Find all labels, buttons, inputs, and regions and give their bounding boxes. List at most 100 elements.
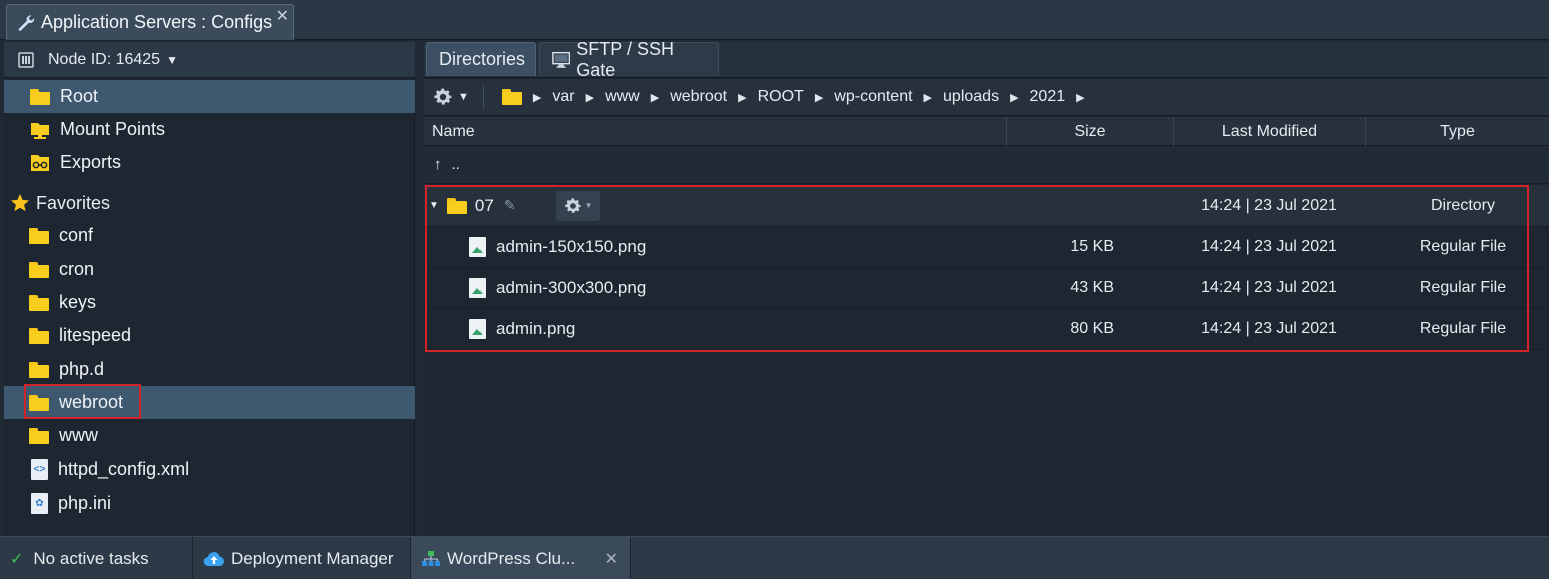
breadcrumb-arrow-icon: ▶ bbox=[738, 91, 747, 104]
tab-label: Deployment Manager bbox=[231, 548, 394, 568]
settings-file-icon: ✿ bbox=[31, 493, 48, 514]
star-icon bbox=[11, 194, 29, 212]
window-tab-bar: Application Servers : Configs ✕ bbox=[0, 0, 1549, 40]
favorite-item-www[interactable]: www bbox=[4, 419, 415, 452]
folder-icon bbox=[30, 88, 50, 105]
favorite-item-httpd-config[interactable]: <> httpd_config.xml bbox=[4, 453, 415, 486]
favorite-item-keys[interactable]: keys bbox=[4, 286, 415, 319]
tree-item-root[interactable]: Root bbox=[4, 80, 415, 113]
tree-item-label: keys bbox=[59, 292, 97, 312]
cloud-upload-icon bbox=[203, 551, 224, 566]
favorite-item-litespeed[interactable]: litespeed bbox=[4, 319, 415, 352]
breadcrumb-item[interactable]: 2021 bbox=[1030, 88, 1066, 106]
files-highlight-box bbox=[425, 185, 1529, 352]
column-header-row: Name Size Last Modified Type bbox=[424, 117, 1549, 146]
caret-down-icon: ▼ bbox=[458, 91, 469, 103]
tab-deployment-manager[interactable]: Deployment Manager bbox=[193, 537, 411, 579]
monitor-icon bbox=[552, 51, 571, 68]
breadcrumb: ▶ var ▶ www ▶ webroot ▶ ROOT ▶ wp-conten… bbox=[501, 88, 1096, 106]
task-status[interactable]: ✓ No active tasks bbox=[0, 537, 193, 579]
column-header-last-modified[interactable]: Last Modified bbox=[1173, 117, 1365, 146]
node-selector[interactable]: Node ID: 16425 ▼ bbox=[4, 42, 415, 78]
check-icon: ✓ bbox=[10, 550, 24, 568]
folder-icon bbox=[29, 361, 49, 378]
breadcrumb-item[interactable]: ROOT bbox=[758, 88, 804, 106]
breadcrumb-arrow-icon[interactable]: ▶ bbox=[1076, 91, 1084, 104]
breadcrumb-arrow-icon: ▶ bbox=[650, 91, 660, 104]
breadcrumb-arrow-icon: ▶ bbox=[585, 91, 595, 104]
tree-item-label: Exports bbox=[60, 152, 122, 172]
window-tab-configs[interactable]: Application Servers : Configs ✕ bbox=[6, 4, 294, 40]
tree-item-label: Mount Points bbox=[60, 119, 166, 139]
panel-tab-bar: Directories SFTP / SSH Gate bbox=[424, 39, 1549, 80]
folder-icon bbox=[29, 227, 49, 244]
column-header-label: Size bbox=[1074, 122, 1106, 140]
folder-icon bbox=[29, 261, 49, 278]
favorite-item-cron[interactable]: cron bbox=[4, 253, 415, 286]
column-header-name[interactable]: Name bbox=[424, 117, 1006, 146]
tab-label: WordPress Clu... bbox=[447, 548, 576, 568]
tree-item-label: php.d bbox=[59, 359, 105, 379]
favorites-header[interactable]: Favorites bbox=[10, 192, 110, 214]
caret-down-icon: ▼ bbox=[166, 52, 178, 67]
tree-item-label: Root bbox=[60, 86, 99, 106]
favorite-item-conf[interactable]: conf bbox=[4, 219, 415, 252]
window-tab-title: Application Servers : Configs bbox=[41, 12, 273, 32]
breadcrumb-arrow-icon: ▶ bbox=[532, 91, 542, 104]
cluster-icon bbox=[422, 550, 440, 566]
tree-item-label: conf bbox=[59, 225, 94, 245]
column-header-label: Type bbox=[1440, 122, 1475, 140]
breadcrumb-item[interactable]: wp-content bbox=[834, 88, 912, 106]
tab-sftp-ssh-gate[interactable]: SFTP / SSH Gate bbox=[539, 39, 719, 80]
close-icon[interactable]: ✕ bbox=[276, 6, 289, 26]
tab-label: Directories bbox=[439, 49, 526, 69]
close-icon[interactable]: ✕ bbox=[605, 549, 618, 569]
toolbar-divider bbox=[482, 85, 484, 109]
column-header-type[interactable]: Type bbox=[1365, 117, 1549, 146]
left-tree-panel: Node ID: 16425 ▼ Root Mount Points Expor… bbox=[4, 42, 415, 536]
tree-item-label: cron bbox=[59, 259, 95, 279]
column-header-size[interactable]: Size bbox=[1006, 117, 1173, 146]
tab-directories[interactable]: Directories bbox=[426, 42, 536, 76]
server-node-icon bbox=[18, 51, 34, 68]
webroot-highlight-box bbox=[24, 384, 141, 419]
column-header-label: Name bbox=[432, 122, 475, 140]
gear-icon bbox=[434, 88, 452, 105]
tab-label: SFTP / SSH Gate bbox=[576, 38, 674, 80]
breadcrumb-arrow-icon: ▶ bbox=[923, 91, 933, 104]
breadcrumb-item[interactable]: uploads bbox=[943, 88, 999, 106]
exports-icon bbox=[31, 154, 49, 171]
folder-icon bbox=[29, 427, 49, 444]
favorite-item-php-ini[interactable]: ✿ php.ini bbox=[4, 487, 415, 520]
column-header-label: Last Modified bbox=[1221, 122, 1318, 140]
breadcrumb-item[interactable]: webroot bbox=[670, 88, 727, 106]
breadcrumb-arrow-icon: ▶ bbox=[1010, 91, 1019, 104]
task-status-label: No active tasks bbox=[33, 548, 149, 568]
parent-directory-row[interactable]: ↑ .. bbox=[424, 146, 1549, 184]
wrench-icon bbox=[18, 14, 35, 31]
folder-icon bbox=[29, 327, 49, 344]
mount-folder-icon bbox=[31, 122, 49, 139]
up-arrow-icon: ↑ bbox=[434, 156, 442, 173]
parent-directory-label: .. bbox=[451, 156, 460, 173]
breadcrumb-arrow-icon: ▶ bbox=[814, 91, 824, 104]
bottom-task-bar: ✓ No active tasks Deployment Manager Wor… bbox=[0, 536, 1549, 579]
tree-item-label: www bbox=[59, 425, 98, 445]
folder-icon bbox=[29, 294, 49, 311]
settings-menu-button[interactable]: ▼ bbox=[432, 86, 469, 108]
tab-wordpress-cluster[interactable]: WordPress Clu... ✕ bbox=[411, 537, 631, 579]
tree-item-label: httpd_config.xml bbox=[58, 459, 190, 479]
xml-file-icon: <> bbox=[31, 459, 48, 480]
path-toolbar: ▼ ▶ var ▶ www ▶ webroot ▶ ROOT ▶ wp-cont… bbox=[424, 79, 1549, 116]
tree-item-label: litespeed bbox=[59, 325, 132, 345]
favorite-item-php-d[interactable]: php.d bbox=[4, 353, 415, 386]
tree-item-label: php.ini bbox=[58, 493, 112, 513]
breadcrumb-item[interactable]: www bbox=[605, 88, 640, 106]
file-browser-panel: Directories SFTP / SSH Gate ▼ ▶ var ▶ ww… bbox=[424, 39, 1549, 536]
tree-item-exports[interactable]: Exports bbox=[4, 146, 415, 179]
breadcrumb-item[interactable]: var bbox=[552, 88, 574, 106]
tree-item-mount-points[interactable]: Mount Points bbox=[4, 113, 415, 146]
node-id-label: Node ID: 16425 bbox=[48, 50, 161, 68]
favorites-label: Favorites bbox=[36, 192, 111, 213]
folder-icon[interactable] bbox=[501, 89, 522, 105]
